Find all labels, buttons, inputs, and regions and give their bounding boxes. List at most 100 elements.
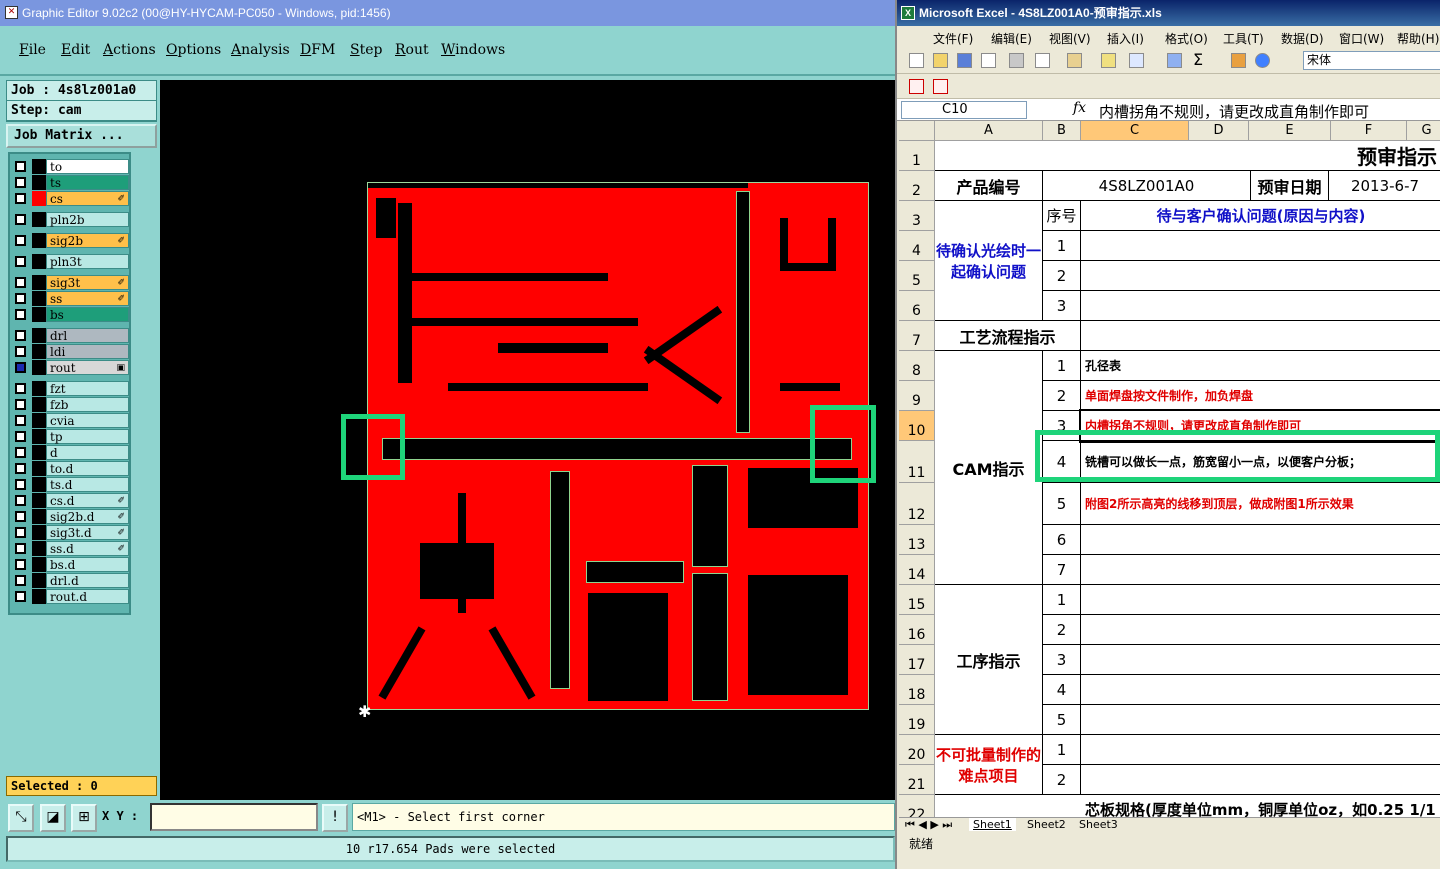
tab-sheet1[interactable]: Sheet1 [969, 818, 1016, 831]
row-header[interactable]: 18 [899, 675, 935, 705]
procedure-content[interactable] [1081, 645, 1440, 675]
menu-rout[interactable]: Rout [395, 42, 429, 58]
cam-label[interactable]: CAM指示 [935, 351, 1043, 585]
row-header[interactable]: 9 [899, 381, 935, 411]
layer-row[interactable]: cs.d ✐ [12, 493, 129, 508]
layer-checkbox[interactable] [15, 235, 26, 246]
confirm-no[interactable]: 1 [1043, 231, 1081, 261]
layer-row[interactable]: pln2b [12, 212, 129, 227]
hyperlink-icon[interactable] [1167, 53, 1182, 68]
column-header[interactable]: C [1081, 121, 1189, 141]
layer-row[interactable]: bs.d [12, 557, 129, 572]
excel-titlebar[interactable]: X Microsoft Excel - 4S8LZ001A0-预审指示.xls [897, 0, 1440, 26]
cam-item-text[interactable]: 孔径表 [1081, 351, 1440, 381]
menu-step[interactable]: Step [350, 42, 382, 58]
layer-name[interactable]: ts [46, 175, 129, 190]
menu-window[interactable]: 窗口(W) [1339, 30, 1384, 47]
menu-tools[interactable]: 工具(T) [1223, 30, 1264, 47]
pdf-icon[interactable] [909, 79, 924, 94]
difficult-content[interactable] [1081, 765, 1440, 795]
confirm-no[interactable]: 2 [1043, 261, 1081, 291]
confirm-content[interactable] [1081, 231, 1440, 261]
row-header[interactable]: 8 [899, 351, 935, 381]
layer-row[interactable]: drl.d [12, 573, 129, 588]
review-date[interactable]: 2013-6-7 [1329, 171, 1440, 201]
undo-icon[interactable] [1129, 53, 1144, 68]
difficult-content[interactable] [1081, 735, 1440, 765]
cam-item-text[interactable]: 附图2所示高亮的线移到顶层，做成附图1所示效果 [1081, 483, 1440, 525]
row-header[interactable]: 6 [899, 291, 935, 321]
row-header[interactable]: 11 [899, 441, 935, 483]
layer-row[interactable]: rout ▣ [12, 360, 129, 375]
layer-checkbox[interactable] [15, 415, 26, 426]
layer-name[interactable]: tp [46, 429, 129, 444]
procedure-no[interactable]: 3 [1043, 645, 1081, 675]
row-header[interactable]: 21 [899, 765, 935, 795]
procedure-label[interactable]: 工序指示 [935, 585, 1043, 735]
paste-icon[interactable] [1067, 53, 1082, 68]
layer-name[interactable]: rout ▣ [46, 360, 129, 375]
layer-name[interactable]: pln3t [46, 254, 129, 269]
layer-row[interactable]: ts.d [12, 477, 129, 492]
procedure-no[interactable]: 2 [1043, 615, 1081, 645]
layer-checkbox[interactable] [15, 277, 26, 288]
row-header[interactable]: 4 [899, 231, 935, 261]
row-header[interactable]: 19 [899, 705, 935, 735]
row-header[interactable]: 1 [899, 141, 935, 171]
layer-row[interactable]: sig3t ✐ [12, 275, 129, 290]
layer-name[interactable]: cs.d ✐ [46, 493, 129, 508]
layer-checkbox[interactable] [15, 214, 26, 225]
tab-sheet3[interactable]: Sheet3 [1075, 818, 1122, 831]
layer-checkbox[interactable] [15, 543, 26, 554]
sheet-title[interactable]: 预审指示 [935, 141, 1440, 171]
layer-checkbox[interactable] [15, 309, 26, 320]
layer-checkbox[interactable] [15, 591, 26, 602]
layer-checkbox[interactable] [15, 193, 26, 204]
layer-name[interactable]: bs.d [46, 557, 129, 572]
layer-checkbox[interactable] [15, 575, 26, 586]
row-header[interactable]: 10 [899, 411, 935, 441]
layer-name[interactable]: cs ✐ [46, 191, 129, 206]
snap-icon[interactable]: ⊞ [71, 804, 97, 832]
layer-checkbox[interactable] [15, 177, 26, 188]
seq-label[interactable]: 序号 [1043, 201, 1081, 231]
row-header[interactable]: 17 [899, 645, 935, 675]
row-header[interactable]: 22 [899, 795, 935, 817]
layer-name[interactable]: drl.d [46, 573, 129, 588]
column-header[interactable]: F [1331, 121, 1407, 141]
format-painter-icon[interactable] [1101, 53, 1116, 68]
date-label[interactable]: 预审日期 [1251, 171, 1329, 201]
menu-analysis[interactable]: Analysis [231, 42, 290, 58]
layer-name[interactable]: fzb [46, 397, 129, 412]
layer-name[interactable]: d [46, 445, 129, 460]
difficult-no[interactable]: 2 [1043, 765, 1081, 795]
column-header[interactable]: E [1249, 121, 1331, 141]
layer-name[interactable]: drl [46, 328, 129, 343]
layer-checkbox[interactable] [15, 399, 26, 410]
layer-row[interactable]: d [12, 445, 129, 460]
menu-file[interactable]: 文件(F) [933, 30, 973, 47]
autosum-icon[interactable]: Σ [1193, 50, 1203, 69]
pdf-mail-icon[interactable] [933, 79, 948, 94]
layer-checkbox[interactable] [15, 495, 26, 506]
layer-name[interactable]: sig2b ✐ [46, 233, 129, 248]
chart-icon[interactable] [1231, 53, 1246, 68]
permission-icon[interactable] [981, 53, 996, 68]
layer-row[interactable]: cs ✐ [12, 191, 129, 206]
layer-row[interactable]: ss ✐ [12, 291, 129, 306]
print-icon[interactable] [1009, 53, 1024, 68]
menu-edit[interactable]: 编辑(E) [991, 30, 1032, 47]
layer-name[interactable]: fzt [46, 381, 129, 396]
layer-checkbox[interactable] [15, 362, 26, 373]
formula-input[interactable]: 内槽拐角不规则，请更改成直角制作即可 [1099, 101, 1369, 122]
row-header[interactable]: 7 [899, 321, 935, 351]
layer-name[interactable]: pln2b [46, 212, 129, 227]
layer-checkbox[interactable] [15, 559, 26, 570]
layer-name[interactable]: sig3t.d ✐ [46, 525, 129, 540]
layer-row[interactable]: sig2b.d ✐ [12, 509, 129, 524]
row-header[interactable]: 14 [899, 555, 935, 585]
alert-icon[interactable]: ! [322, 804, 348, 832]
measure-icon[interactable]: ◪ [40, 804, 66, 832]
menu-actions[interactable]: Actions [103, 42, 156, 58]
cam-item-text[interactable] [1081, 525, 1440, 555]
